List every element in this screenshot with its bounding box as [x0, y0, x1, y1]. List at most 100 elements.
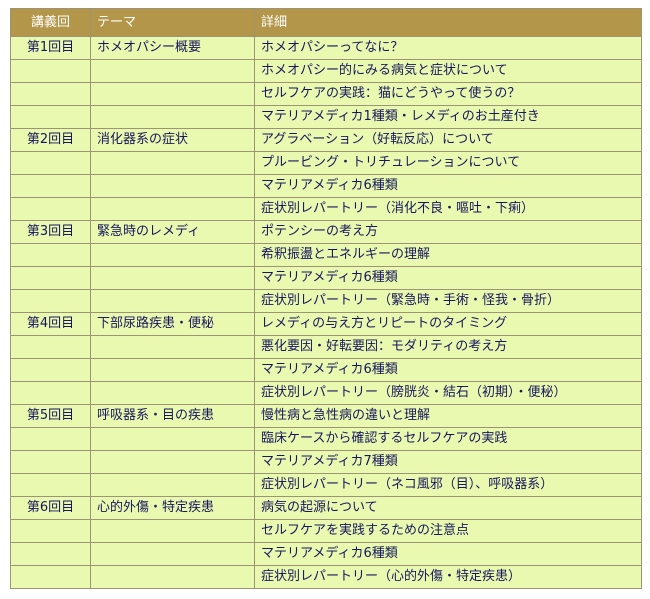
- cell-detail: 症状別レパートリー（心的外傷・特定疾患）: [254, 565, 642, 589]
- cell-theme: [90, 289, 255, 313]
- cell-lecture-number: [10, 266, 91, 290]
- cell-theme: 呼吸器系・目の疾患: [90, 404, 255, 428]
- header-lecture-number: 講義回: [10, 8, 91, 37]
- cell-theme: 緊急時のレメディ: [90, 220, 255, 244]
- cell-lecture-number: 第4回目: [10, 312, 91, 336]
- cell-lecture-number: 第1回目: [10, 36, 91, 60]
- cell-theme: [90, 519, 255, 543]
- table-body: 第1回目 ホメオパシー概要 ホメオパシーってなに？ ホメオパシー的にみる病気と症状につ…: [10, 36, 642, 589]
- cell-theme: [90, 358, 255, 382]
- table-row: 希釈振盪とエネルギーの理解: [10, 243, 642, 267]
- table-row: 第3回目 緊急時のレメディ ポテンシーの考え方: [10, 220, 642, 244]
- table-row: 症状別レパートリー（心的外傷・特定疾患）: [10, 565, 642, 589]
- cell-theme: [90, 473, 255, 497]
- table-row: 第2回目 消化器系の症状 アグラベーション（好転反応）について: [10, 128, 642, 152]
- cell-theme: 消化器系の症状: [90, 128, 255, 152]
- table-row: ホメオパシー的にみる病気と症状について: [10, 59, 642, 83]
- table-row: 症状別レパートリー（緊急時・手術・怪我・骨折）: [10, 289, 642, 313]
- cell-theme: [90, 427, 255, 451]
- cell-lecture-number: [10, 174, 91, 198]
- cell-detail: セルフケアを実践するための注意点: [254, 519, 642, 543]
- cell-lecture-number: [10, 381, 91, 405]
- cell-detail: 症状別レパートリー（膀胱炎・結石（初期）・便秘）: [254, 381, 642, 405]
- table-row: 第1回目 ホメオパシー概要 ホメオパシーってなに？: [10, 36, 642, 60]
- table-row: プルービング・トリチュレーションについて: [10, 151, 642, 175]
- cell-detail: マテリアメディカ6種類: [254, 266, 642, 290]
- cell-detail: 症状別レパートリー（緊急時・手術・怪我・骨折）: [254, 289, 642, 313]
- cell-lecture-number: 第5回目: [10, 404, 91, 428]
- table-row: 臨床ケースから確認するセルフケアの実践: [10, 427, 642, 451]
- cell-theme: [90, 197, 255, 221]
- header-details: 詳細: [254, 8, 642, 37]
- cell-detail: プルービング・トリチュレーションについて: [254, 151, 642, 175]
- cell-lecture-number: [10, 243, 91, 267]
- cell-theme: [90, 105, 255, 129]
- cell-lecture-number: [10, 151, 91, 175]
- table-row: マテリアメディカ7種類: [10, 450, 642, 474]
- header-theme: テーマ: [90, 8, 255, 37]
- cell-detail: マテリアメディカ6種類: [254, 174, 642, 198]
- cell-lecture-number: [10, 358, 91, 382]
- cell-theme: ホメオパシー概要: [90, 36, 255, 60]
- table-row: 症状別レパートリー（消化不良・嘔吐・下痢）: [10, 197, 642, 221]
- header-row: 講義回 テーマ 詳細: [10, 8, 642, 37]
- table-row: マテリアメディカ6種類: [10, 542, 642, 566]
- table-row: 症状別レパートリー（膀胱炎・結石（初期）・便秘）: [10, 381, 642, 405]
- table-row: 症状別レパートリー（ネコ風邪（目）、呼吸器系）: [10, 473, 642, 497]
- cell-detail: 希釈振盪とエネルギーの理解: [254, 243, 642, 267]
- cell-theme: [90, 335, 255, 359]
- cell-detail: 症状別レパートリー（ネコ風邪（目）、呼吸器系）: [254, 473, 642, 497]
- cell-detail: レメディの与え方とリピートのタイミング: [254, 312, 642, 336]
- cell-lecture-number: [10, 197, 91, 221]
- table-row: マテリアメディカ6種類: [10, 266, 642, 290]
- cell-theme: [90, 174, 255, 198]
- cell-theme: [90, 266, 255, 290]
- cell-lecture-number: 第2回目: [10, 128, 91, 152]
- cell-detail: 症状別レパートリー（消化不良・嘔吐・下痢）: [254, 197, 642, 221]
- table-row: マテリアメディカ1種類・レメディのお土産付き: [10, 105, 642, 129]
- cell-lecture-number: 第6回目: [10, 496, 91, 520]
- cell-detail: マテリアメディカ6種類: [254, 542, 642, 566]
- table-row: 悪化要因・好転要因：モダリティの考え方: [10, 335, 642, 359]
- cell-lecture-number: [10, 519, 91, 543]
- table-row: セルフケアの実践：猫にどうやって使うの？: [10, 82, 642, 106]
- cell-theme: [90, 381, 255, 405]
- cell-theme: [90, 565, 255, 589]
- cell-detail: 病気の起源について: [254, 496, 642, 520]
- table-row: 第6回目 心的外傷・特定疾患 病気の起源について: [10, 496, 642, 520]
- cell-lecture-number: [10, 542, 91, 566]
- cell-lecture-number: [10, 450, 91, 474]
- cell-lecture-number: [10, 565, 91, 589]
- cell-detail: ポテンシーの考え方: [254, 220, 642, 244]
- cell-lecture-number: 第3回目: [10, 220, 91, 244]
- cell-lecture-number: [10, 289, 91, 313]
- table-header: 講義回 テーマ 詳細: [10, 8, 642, 37]
- cell-detail: ホメオパシーってなに？: [254, 36, 642, 60]
- cell-detail: 慢性病と急性病の違いと理解: [254, 404, 642, 428]
- cell-detail: セルフケアの実践：猫にどうやって使うの？: [254, 82, 642, 106]
- cell-lecture-number: [10, 82, 91, 106]
- cell-theme: 心的外傷・特定疾患: [90, 496, 255, 520]
- cell-detail: 悪化要因・好転要因：モダリティの考え方: [254, 335, 642, 359]
- cell-detail: マテリアメディカ1種類・レメディのお土産付き: [254, 105, 642, 129]
- cell-detail: マテリアメディカ7種類: [254, 450, 642, 474]
- cell-detail: 臨床ケースから確認するセルフケアの実践: [254, 427, 642, 451]
- cell-detail: マテリアメディカ6種類: [254, 358, 642, 382]
- cell-theme: [90, 59, 255, 83]
- cell-theme: [90, 450, 255, 474]
- cell-theme: 下部尿路疾患・便秘: [90, 312, 255, 336]
- cell-detail: アグラベーション（好転反応）について: [254, 128, 642, 152]
- lecture-schedule-table: 講義回 テーマ 詳細 第1回目 ホメオパシー概要 ホメオパシーってなに？ ホメオパシー…: [10, 8, 642, 589]
- table-row: 第4回目 下部尿路疾患・便秘 レメディの与え方とリピートのタイミング: [10, 312, 642, 336]
- cell-lecture-number: [10, 59, 91, 83]
- cell-theme: [90, 243, 255, 267]
- cell-lecture-number: [10, 473, 91, 497]
- table-row: 第5回目 呼吸器系・目の疾患 慢性病と急性病の違いと理解: [10, 404, 642, 428]
- table-row: マテリアメディカ6種類: [10, 174, 642, 198]
- cell-theme: [90, 151, 255, 175]
- table-row: マテリアメディカ6種類: [10, 358, 642, 382]
- cell-lecture-number: [10, 335, 91, 359]
- cell-theme: [90, 82, 255, 106]
- cell-lecture-number: [10, 105, 91, 129]
- cell-lecture-number: [10, 427, 91, 451]
